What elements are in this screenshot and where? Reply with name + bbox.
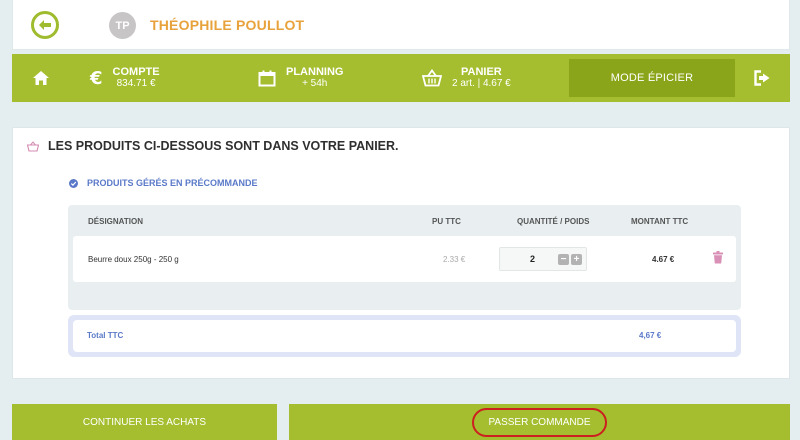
total-value: 4,67 € — [639, 331, 662, 340]
main-nav: € COMPTE 834.71 € PLANNING + 54h PANIER … — [12, 54, 790, 102]
continue-shopping-button[interactable]: CONTINUER LES ACHATS — [12, 404, 277, 440]
avatar: TP — [109, 12, 136, 39]
logout-button[interactable] — [754, 54, 772, 102]
quantity-value: 2 — [530, 254, 536, 264]
cart-panel: LES PRODUITS CI-DESSOUS SONT DANS VOTRE … — [12, 127, 790, 379]
item-pu: 2.33 € — [443, 255, 466, 264]
nav-panier-label: PANIER — [461, 66, 502, 78]
home-icon — [33, 71, 49, 85]
col-designation: DÉSIGNATION — [88, 217, 143, 226]
minus-button[interactable]: − — [558, 254, 569, 265]
app-header: TP THÉOPHILE POULLOT — [12, 0, 790, 50]
mode-epicier-button[interactable]: MODE ÉPICIER — [569, 59, 735, 97]
nav-panier-value: 2 art. | 4.67 € — [452, 78, 511, 89]
col-pu: PU TTC — [432, 217, 461, 226]
precommande-section: PRODUITS GÉRÉS EN PRÉCOMMANDE — [69, 178, 258, 188]
place-order-button[interactable]: PASSER COMMANDE — [289, 404, 790, 440]
trash-icon — [713, 251, 723, 264]
logout-icon — [754, 70, 770, 86]
plus-button[interactable]: + — [571, 254, 582, 265]
cart-title: LES PRODUITS CI-DESSOUS SONT DANS VOTRE … — [27, 139, 399, 153]
nav-planning-value: + 54h — [302, 78, 328, 89]
basket-icon — [27, 140, 39, 152]
table-row: Beurre doux 250g - 250 g 2.33 € 2 − + 4.… — [73, 236, 736, 282]
check-circle-icon — [69, 178, 78, 188]
delete-item-button[interactable] — [713, 251, 723, 269]
cart-title-text: LES PRODUITS CI-DESSOUS SONT DANS VOTRE … — [48, 139, 399, 153]
back-button[interactable] — [31, 11, 59, 39]
place-order-label: PASSER COMMANDE — [472, 407, 607, 437]
nav-compte[interactable]: € COMPTE 834.71 € — [90, 54, 160, 102]
nav-planning[interactable]: PLANNING + 54h — [258, 54, 343, 102]
nav-compte-label: COMPTE — [112, 66, 160, 78]
nav-panier[interactable]: PANIER 2 art. | 4.67 € — [422, 54, 511, 102]
total-label: Total TTC — [87, 331, 124, 340]
nav-planning-label: PLANNING — [286, 66, 344, 78]
quantity-stepper[interactable]: 2 − + — [499, 247, 587, 271]
col-qty: QUANTITÉ / POIDS — [517, 217, 590, 226]
nav-compte-value: 834.71 € — [116, 78, 156, 89]
user-name: THÉOPHILE POULLOT — [150, 17, 305, 33]
total-section: Total TTC 4,67 € — [68, 315, 741, 357]
item-designation: Beurre doux 250g - 250 g — [88, 255, 179, 264]
precommande-label: PRODUITS GÉRÉS EN PRÉCOMMANDE — [87, 178, 258, 188]
basket-icon — [422, 69, 442, 87]
item-amount: 4.67 € — [652, 255, 675, 264]
calendar-icon — [258, 70, 276, 86]
cart-table: DÉSIGNATION PU TTC QUANTITÉ / POIDS MONT… — [68, 205, 741, 310]
col-amount: MONTANT TTC — [631, 217, 689, 226]
euro-icon: € — [90, 67, 103, 89]
nav-home[interactable] — [32, 54, 50, 102]
arrow-left-icon — [39, 20, 51, 30]
